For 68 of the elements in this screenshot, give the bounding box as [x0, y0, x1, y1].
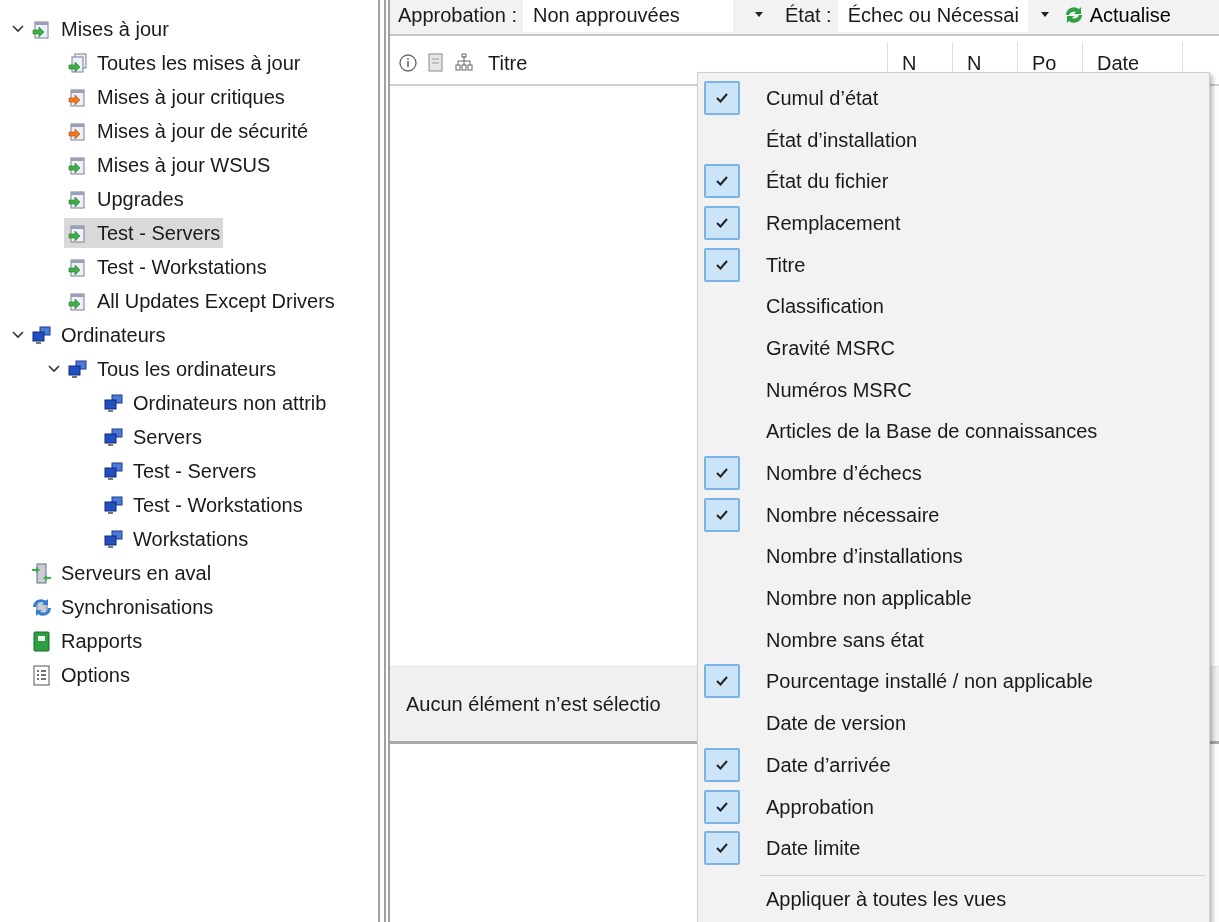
tree-item[interactable]: Options — [28, 660, 133, 690]
tree-item[interactable]: Test - Servers — [64, 218, 224, 248]
computer-icon — [103, 460, 124, 482]
report-book-icon — [31, 630, 52, 652]
update-icon — [67, 120, 88, 142]
computer-icon — [31, 324, 52, 346]
sync-icon — [31, 596, 52, 618]
update-icon — [67, 86, 88, 108]
menu-item[interactable]: Pourcentage installé / non applicable — [766, 671, 1093, 692]
details-message: Aucun élément n’est sélectio — [406, 692, 661, 716]
update-icon — [67, 222, 88, 244]
menu-item[interactable]: Date de version — [766, 713, 907, 734]
hierarchy-icon[interactable] — [454, 53, 474, 73]
tree-item[interactable]: Test - Workstations — [100, 490, 306, 520]
tree-item[interactable]: Workstations — [100, 524, 252, 554]
update-icon — [31, 18, 52, 40]
menu-item[interactable]: Numéros MSRC — [766, 379, 912, 400]
status-dropdown[interactable]: Échec ou Nécessai — [837, 0, 1028, 32]
menu-item[interactable]: Nombre sans état — [766, 629, 924, 650]
menu-item[interactable]: Cumul d’état — [766, 87, 879, 108]
menu-item[interactable]: Nombre non applicable — [766, 588, 972, 609]
tree-item[interactable]: Ordinateurs non attrib — [100, 388, 330, 418]
menu-item[interactable]: Date limite — [766, 838, 861, 859]
tree-item[interactable]: Mises à jour — [28, 14, 172, 44]
menu-item[interactable]: Gravité MSRC — [766, 337, 895, 358]
menu-item[interactable]: État du fichier — [766, 171, 889, 192]
menu-item[interactable]: Titre — [766, 254, 806, 275]
tree-item[interactable]: Mises à jour critiques — [64, 82, 288, 112]
menu-item[interactable]: Classification — [766, 296, 884, 317]
tree-item[interactable]: Ordinateurs — [28, 320, 169, 350]
menu-item[interactable]: Date d’arrivée — [766, 754, 891, 775]
menu-item[interactable]: Nombre d’échecs — [766, 463, 922, 484]
tree-item[interactable]: Test - Workstations — [64, 252, 270, 282]
tree-item[interactable]: Tous les ordinateurs — [64, 354, 279, 384]
computer-icon — [103, 426, 124, 448]
tree-item[interactable]: Serveurs en aval — [28, 558, 215, 588]
options-list-icon — [31, 664, 52, 686]
computer-icon — [67, 358, 88, 380]
update-icon — [67, 188, 88, 210]
info-icon[interactable] — [398, 53, 418, 73]
computer-icon — [103, 494, 124, 516]
tree-item[interactable]: All Updates Except Drivers — [64, 286, 338, 316]
update-icon — [67, 256, 88, 278]
tree-item[interactable]: Synchronisations — [28, 592, 217, 622]
computer-icon — [103, 392, 124, 414]
approval-label: Approbation : — [398, 3, 517, 27]
approval-dropdown[interactable]: Non approuvées — [523, 0, 733, 32]
menu-item[interactable]: Remplacement — [766, 212, 901, 233]
menu-item[interactable]: Nombre d’installations — [766, 546, 963, 567]
status-label: État : — [785, 3, 832, 27]
menu-item[interactable]: Nombre nécessaire — [766, 504, 940, 525]
tree-item[interactable]: Mises à jour WSUS — [64, 150, 274, 180]
computer-icon — [103, 528, 124, 550]
tree-item[interactable]: Servers — [100, 422, 205, 452]
update-icon — [67, 290, 88, 312]
update-icon — [67, 154, 88, 176]
menu-item[interactable]: État d’installation — [766, 129, 918, 150]
tree-item[interactable]: Mises à jour de sécurité — [64, 116, 312, 146]
server-icon — [31, 562, 52, 584]
tree-item[interactable]: Test - Servers — [100, 456, 260, 486]
update-icon — [67, 52, 88, 74]
tree-item[interactable]: Rapports — [28, 626, 146, 656]
tree-item[interactable]: Toutes les mises à jour — [64, 48, 304, 78]
tree-item[interactable]: Upgrades — [64, 184, 187, 214]
menu-item[interactable]: Articles de la Base de connaissances — [766, 421, 1098, 442]
menu-item[interactable]: Appliquer à toutes les vues — [766, 889, 1007, 910]
menu-item[interactable]: Approbation — [766, 796, 874, 817]
refresh-button[interactable]: Actualise — [1061, 3, 1171, 27]
